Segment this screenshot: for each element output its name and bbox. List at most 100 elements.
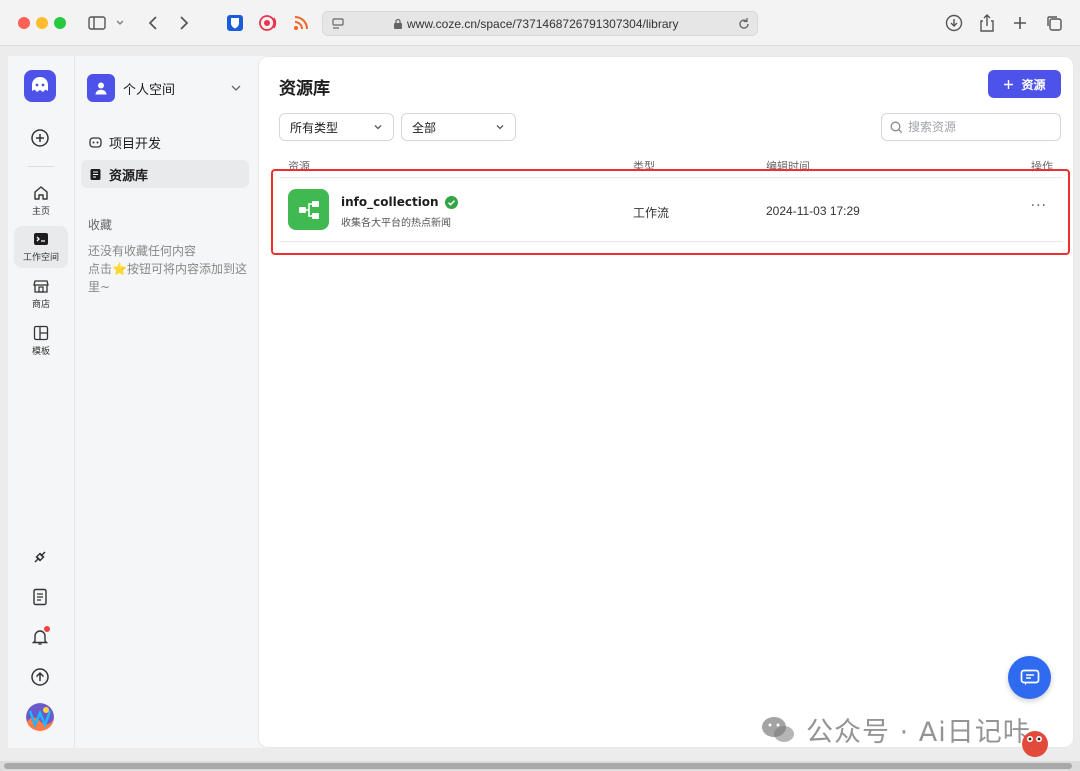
- rail-item-label: 商店: [31, 300, 50, 310]
- scope-filter-value: 全部: [412, 120, 437, 135]
- reload-icon[interactable]: [737, 17, 751, 31]
- chevron-down-icon: [496, 125, 504, 130]
- address-bar[interactable]: www.coze.cn/space/7371468726791307304/li…: [322, 11, 758, 36]
- back-icon[interactable]: [142, 12, 164, 34]
- published-check-icon: [444, 195, 458, 209]
- resource-description: 收集各大平台的热点新闻: [341, 218, 451, 229]
- favorites-title: 收藏: [88, 218, 113, 232]
- space-name: 个人空间: [123, 82, 176, 98]
- col-header-actions: 操作: [1031, 160, 1053, 173]
- space-avatar: [87, 74, 115, 102]
- project-icon: [89, 136, 102, 148]
- plus-icon: [1004, 79, 1014, 89]
- table-header: 资源 类型 编辑时间 操作: [279, 158, 1063, 178]
- bitwarden-extension-icon[interactable]: [224, 12, 246, 34]
- rail-item-templates[interactable]: 模板: [14, 320, 68, 362]
- rail-item-label: 工作空间: [22, 253, 59, 263]
- workspace-sidebar: 个人空间 项目开发 资源库 收藏 还没有收藏任何内容 点击⭐按钮可将内容添加到这…: [74, 56, 254, 748]
- avatar-image-icon: [26, 703, 54, 731]
- favorites-empty-pre: 点击: [88, 262, 113, 276]
- sidebar-item-library[interactable]: 资源库: [81, 160, 249, 188]
- scope-filter-select[interactable]: 全部: [401, 113, 516, 141]
- user-avatar[interactable]: [26, 703, 54, 731]
- type-filter-select[interactable]: 所有类型: [279, 113, 394, 141]
- star-icon: ⭐: [112, 262, 127, 276]
- upgrade-icon[interactable]: [28, 665, 52, 689]
- docs-icon[interactable]: [28, 585, 52, 609]
- chevron-down-icon: [374, 125, 382, 130]
- rail-divider: [28, 166, 54, 167]
- download-icon[interactable]: [943, 12, 965, 34]
- mascot-icon: [1022, 731, 1048, 757]
- scrollbar-thumb[interactable]: [4, 763, 1072, 769]
- minimize-window-button[interactable]: [36, 17, 48, 29]
- chat-support-button[interactable]: [1008, 656, 1051, 699]
- maximize-window-button[interactable]: [54, 17, 66, 29]
- sidebar-item-projects[interactable]: 项目开发: [81, 128, 249, 156]
- rail-item-label: 模板: [31, 347, 50, 357]
- rail-item-home[interactable]: 主页: [14, 180, 68, 222]
- app-window: 主页 工作空间 商店 模板 个人空间 项目开发 资源库 收藏 还没有收藏任何内容…: [8, 56, 1074, 748]
- more-actions-button[interactable]: ···: [1031, 198, 1047, 214]
- space-switcher[interactable]: 个人空间: [87, 72, 245, 104]
- watermark: 公众号 · Ai日记咔: [760, 710, 1031, 749]
- page-settings-icon[interactable]: [331, 17, 345, 31]
- store-icon: [33, 280, 49, 293]
- resource-type: 工作流: [633, 206, 670, 220]
- nav-rail: 主页 工作空间 商店 模板: [8, 56, 74, 748]
- col-header-type: 类型: [633, 160, 655, 173]
- new-tab-icon[interactable]: [1009, 12, 1031, 34]
- col-header-edit-time: 编辑时间: [766, 160, 810, 173]
- lock-icon: [394, 18, 402, 29]
- plugin-icon[interactable]: [28, 545, 52, 569]
- template-icon: [33, 325, 49, 341]
- browser-toolbar: www.coze.cn/space/7371468726791307304/li…: [0, 0, 1080, 46]
- coze-logo-icon: [32, 77, 48, 92]
- tab-overview-icon[interactable]: [1043, 12, 1065, 34]
- search-icon: [890, 121, 903, 133]
- rail-item-workspace[interactable]: 工作空间: [14, 226, 68, 268]
- resource-edit-time: 2024-11-03 17:29: [766, 204, 860, 218]
- close-window-button[interactable]: [18, 17, 30, 29]
- rail-item-label: 主页: [31, 207, 50, 217]
- url-text: www.coze.cn/space/7371468726791307304/li…: [407, 17, 679, 31]
- horizontal-scrollbar[interactable]: [0, 761, 1080, 771]
- add-resource-label: 资源: [1021, 77, 1046, 92]
- sidebar-item-label: 资源库: [109, 168, 149, 184]
- watermark-text: 公众号 · Ai日记咔: [806, 717, 1031, 748]
- rss-extension-icon[interactable]: [290, 12, 312, 34]
- table-row[interactable]: info_collection 收集各大平台的热点新闻 工作流 2024-11-…: [279, 180, 1063, 242]
- notification-bell-icon[interactable]: [28, 625, 52, 649]
- search-input[interactable]: [908, 120, 1048, 134]
- resource-name: info_collection: [341, 195, 458, 209]
- terminal-icon: [34, 233, 48, 245]
- share-icon[interactable]: [976, 12, 998, 34]
- coze-logo[interactable]: [24, 70, 56, 102]
- col-header-resource: 资源: [288, 160, 310, 173]
- favorites-empty-text: 还没有收藏任何内容 点击⭐按钮可将内容添加到这里~: [88, 242, 248, 296]
- chevron-down-icon: [231, 85, 241, 91]
- unread-dot: [44, 626, 50, 632]
- add-resource-button[interactable]: 资源: [988, 70, 1061, 98]
- sidebar-toggle-icon[interactable]: [86, 12, 108, 34]
- record-extension-icon[interactable]: [257, 12, 279, 34]
- chat-icon: [1020, 669, 1039, 685]
- home-icon: [34, 186, 48, 200]
- rail-item-store[interactable]: 商店: [14, 273, 68, 315]
- search-box[interactable]: [881, 113, 1061, 141]
- resource-name-text: info_collection: [341, 195, 439, 209]
- page-title: 资源库: [279, 79, 330, 99]
- wechat-icon: [762, 716, 794, 742]
- favorites-empty-line2: 点击⭐按钮可将内容添加到这里~: [88, 260, 248, 296]
- library-icon: [90, 168, 101, 180]
- chevron-down-icon[interactable]: [113, 12, 127, 34]
- workflow-icon: [288, 189, 329, 230]
- create-icon[interactable]: [28, 126, 52, 150]
- type-filter-value: 所有类型: [290, 120, 339, 135]
- person-icon: [95, 82, 107, 95]
- sidebar-item-label: 项目开发: [109, 136, 162, 152]
- favorites-empty-line1: 还没有收藏任何内容: [88, 244, 197, 258]
- library-panel: 资源库 资源 所有类型 全部 资源 类型 编辑时间 操作: [258, 56, 1074, 748]
- forward-icon[interactable]: [173, 12, 195, 34]
- header-divider: [279, 177, 1063, 178]
